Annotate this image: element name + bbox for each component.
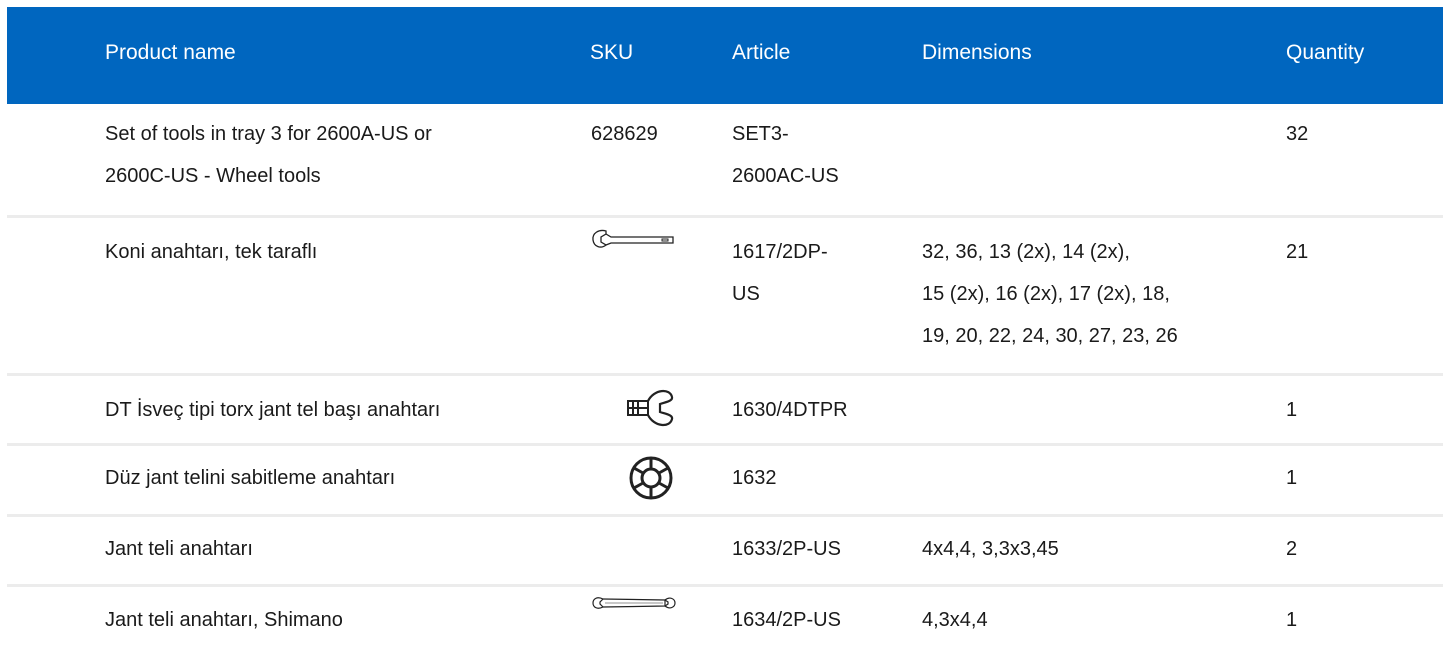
torx-spoke-wrench-icon xyxy=(627,390,674,426)
product-name-line: 2600C-US - Wheel tools xyxy=(105,165,321,187)
dimensions-line: 15 (2x), 16 (2x), 17 (2x), 18, xyxy=(922,283,1170,305)
table-row[interactable]: Jant teli anahtarı 1633/2P-US 4x4,4, 3,3… xyxy=(7,517,1443,587)
product-name-line: Set of tools in tray 3 for 2600A-US or xyxy=(105,123,432,145)
dimensions-cell: 4,3x4,4 xyxy=(922,609,988,631)
column-header-quantity[interactable]: Quantity xyxy=(1286,40,1364,66)
table-header: Product name SKU Article Dimensions Quan… xyxy=(7,7,1443,104)
dimensions-cell: 32, 36, 13 (2x), 14 (2x), 15 (2x), 16 (2… xyxy=(922,231,1252,357)
quantity-cell: 1 xyxy=(1286,467,1298,489)
product-name-cell: Jant teli anahtarı xyxy=(105,538,253,560)
article-cell: 1634/2P-US xyxy=(732,609,841,631)
column-header-product-name[interactable]: Product name xyxy=(105,40,236,66)
quantity-cell: 21 xyxy=(1286,241,1309,263)
table-row[interactable]: Düz jant telini sabitleme anahtarı 1632 … xyxy=(7,446,1443,517)
quantity-cell: 1 xyxy=(1286,399,1298,421)
column-header-article[interactable]: Article xyxy=(732,40,790,66)
article-cell: 1630/4DTPR xyxy=(732,399,848,421)
product-name-cell: Koni anahtarı, tek taraflı xyxy=(105,241,318,263)
dimensions-line: 32, 36, 13 (2x), 14 (2x), xyxy=(922,241,1130,263)
article-line: 2600AC-US xyxy=(732,165,839,187)
cone-wrench-icon xyxy=(592,229,674,248)
article-cell: SET3- 2600AC-US xyxy=(732,113,882,197)
round-spoke-holder-icon xyxy=(629,456,673,500)
table-row[interactable]: DT İsveç tipi torx jant tel başı anahtar… xyxy=(7,376,1443,446)
article-line: US xyxy=(732,283,760,305)
table-row[interactable]: Koni anahtarı, tek taraflı 1617/2DP- US … xyxy=(7,218,1443,376)
column-header-sku[interactable]: SKU xyxy=(590,40,633,66)
dimensions-line: 19, 20, 22, 24, 30, 27, 23, 26 xyxy=(922,325,1178,347)
quantity-cell: 1 xyxy=(1286,609,1298,631)
product-name-cell: Jant teli anahtarı, Shimano xyxy=(105,609,343,631)
dimensions-cell: 4x4,4, 3,3x3,45 xyxy=(922,538,1059,560)
sku-cell: 628629 xyxy=(591,123,658,145)
table-row[interactable]: Set of tools in tray 3 for 2600A-US or 2… xyxy=(7,104,1443,218)
product-name-cell: Düz jant telini sabitleme anahtarı xyxy=(105,467,396,489)
product-name-cell: Set of tools in tray 3 for 2600A-US or 2… xyxy=(105,113,545,197)
quantity-cell: 2 xyxy=(1286,538,1298,560)
article-cell: 1632 xyxy=(732,467,777,489)
article-line: 1617/2DP- xyxy=(732,241,828,263)
product-name-cell: DT İsveç tipi torx jant tel başı anahtar… xyxy=(105,399,441,421)
article-cell: 1617/2DP- US xyxy=(732,231,882,315)
article-cell: 1633/2P-US xyxy=(732,538,841,560)
table-row[interactable]: Jant teli anahtarı, Shimano 1634/2P-US 4… xyxy=(7,587,1443,651)
article-line: SET3- xyxy=(732,123,789,145)
double-spoke-wrench-icon xyxy=(592,597,676,609)
column-header-dimensions[interactable]: Dimensions xyxy=(922,40,1032,66)
quantity-cell: 32 xyxy=(1286,123,1309,145)
product-table: Product name SKU Article Dimensions Quan… xyxy=(7,7,1443,651)
